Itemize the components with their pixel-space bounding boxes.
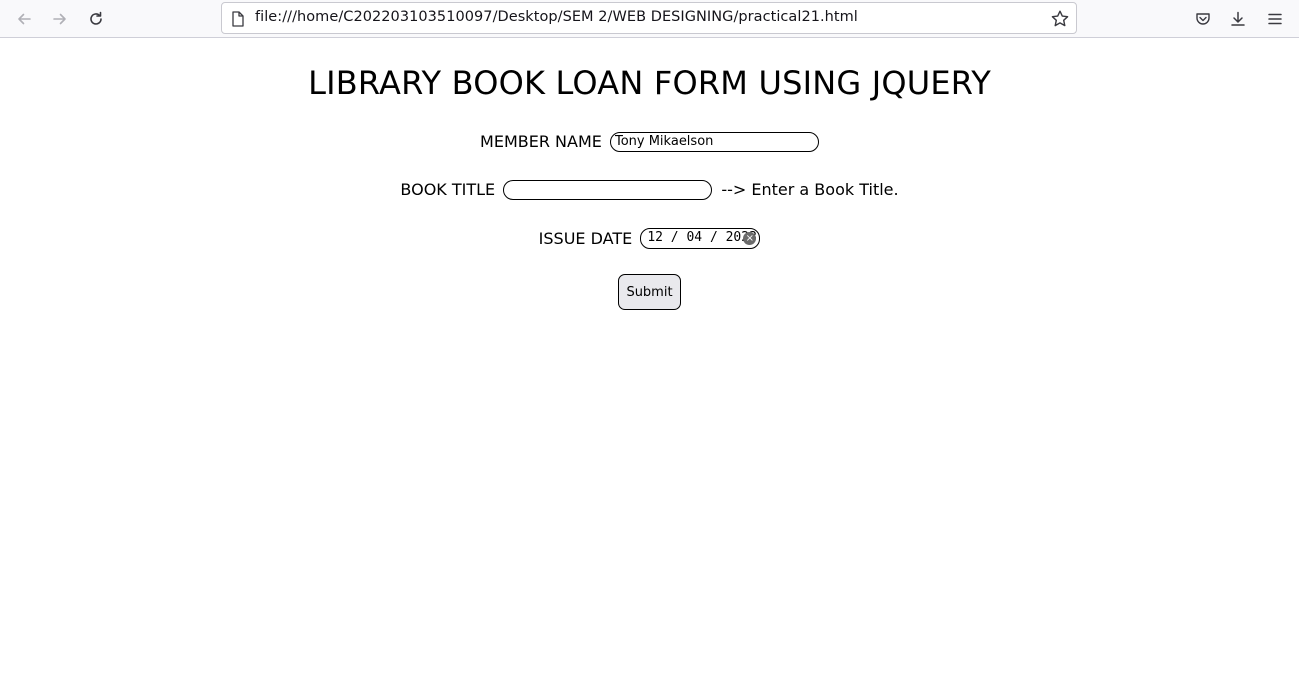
menu-button[interactable] — [1261, 5, 1289, 33]
reload-icon — [90, 11, 102, 25]
page-content: LIBRARY BOOK LOAN FORM USING JQUERY MEMB… — [0, 39, 1299, 695]
member-name-row: MEMBER NAME — [0, 131, 1299, 152]
url-bar[interactable]: file:///home/C202203103510097/Desktop/SE… — [221, 2, 1077, 34]
forward-button[interactable] — [46, 5, 74, 33]
book-title-hint: --> Enter a Book Title. — [721, 180, 899, 199]
star-icon[interactable] — [1050, 9, 1070, 29]
member-name-label: MEMBER NAME — [480, 132, 602, 151]
book-title-label: BOOK TITLE — [400, 180, 496, 199]
downloads-button[interactable] — [1224, 5, 1252, 33]
pocket-button[interactable] — [1189, 5, 1217, 33]
page-title: LIBRARY BOOK LOAN FORM USING JQUERY — [308, 64, 991, 102]
arrow-left-icon — [18, 13, 31, 25]
issue-date-label: ISSUE DATE — [538, 229, 633, 248]
issue-date-row: ISSUE DATE 12 / 04 / 2023 × — [0, 228, 1299, 249]
member-name-input[interactable] — [609, 131, 819, 152]
issue-date-value[interactable]: 12 / 04 / 2023 — [647, 230, 757, 245]
url-text[interactable]: file:///home/C202203103510097/Desktop/SE… — [255, 9, 858, 25]
book-title-row: BOOK TITLE --> Enter a Book Title. — [0, 179, 1299, 200]
issue-date-input[interactable]: 12 / 04 / 2023 × — [640, 228, 761, 249]
browser-toolbar: file:///home/C202203103510097/Desktop/SE… — [0, 0, 1299, 38]
book-title-input[interactable] — [503, 179, 713, 200]
submit-button[interactable]: Submit — [618, 274, 681, 310]
download-icon — [1231, 11, 1245, 26]
arrow-right-icon — [53, 13, 66, 25]
reload-button[interactable] — [82, 5, 110, 33]
pocket-icon — [1196, 13, 1210, 25]
hamburger-menu-icon — [1268, 13, 1282, 25]
back-button[interactable] — [10, 5, 38, 33]
page-icon — [232, 11, 244, 27]
